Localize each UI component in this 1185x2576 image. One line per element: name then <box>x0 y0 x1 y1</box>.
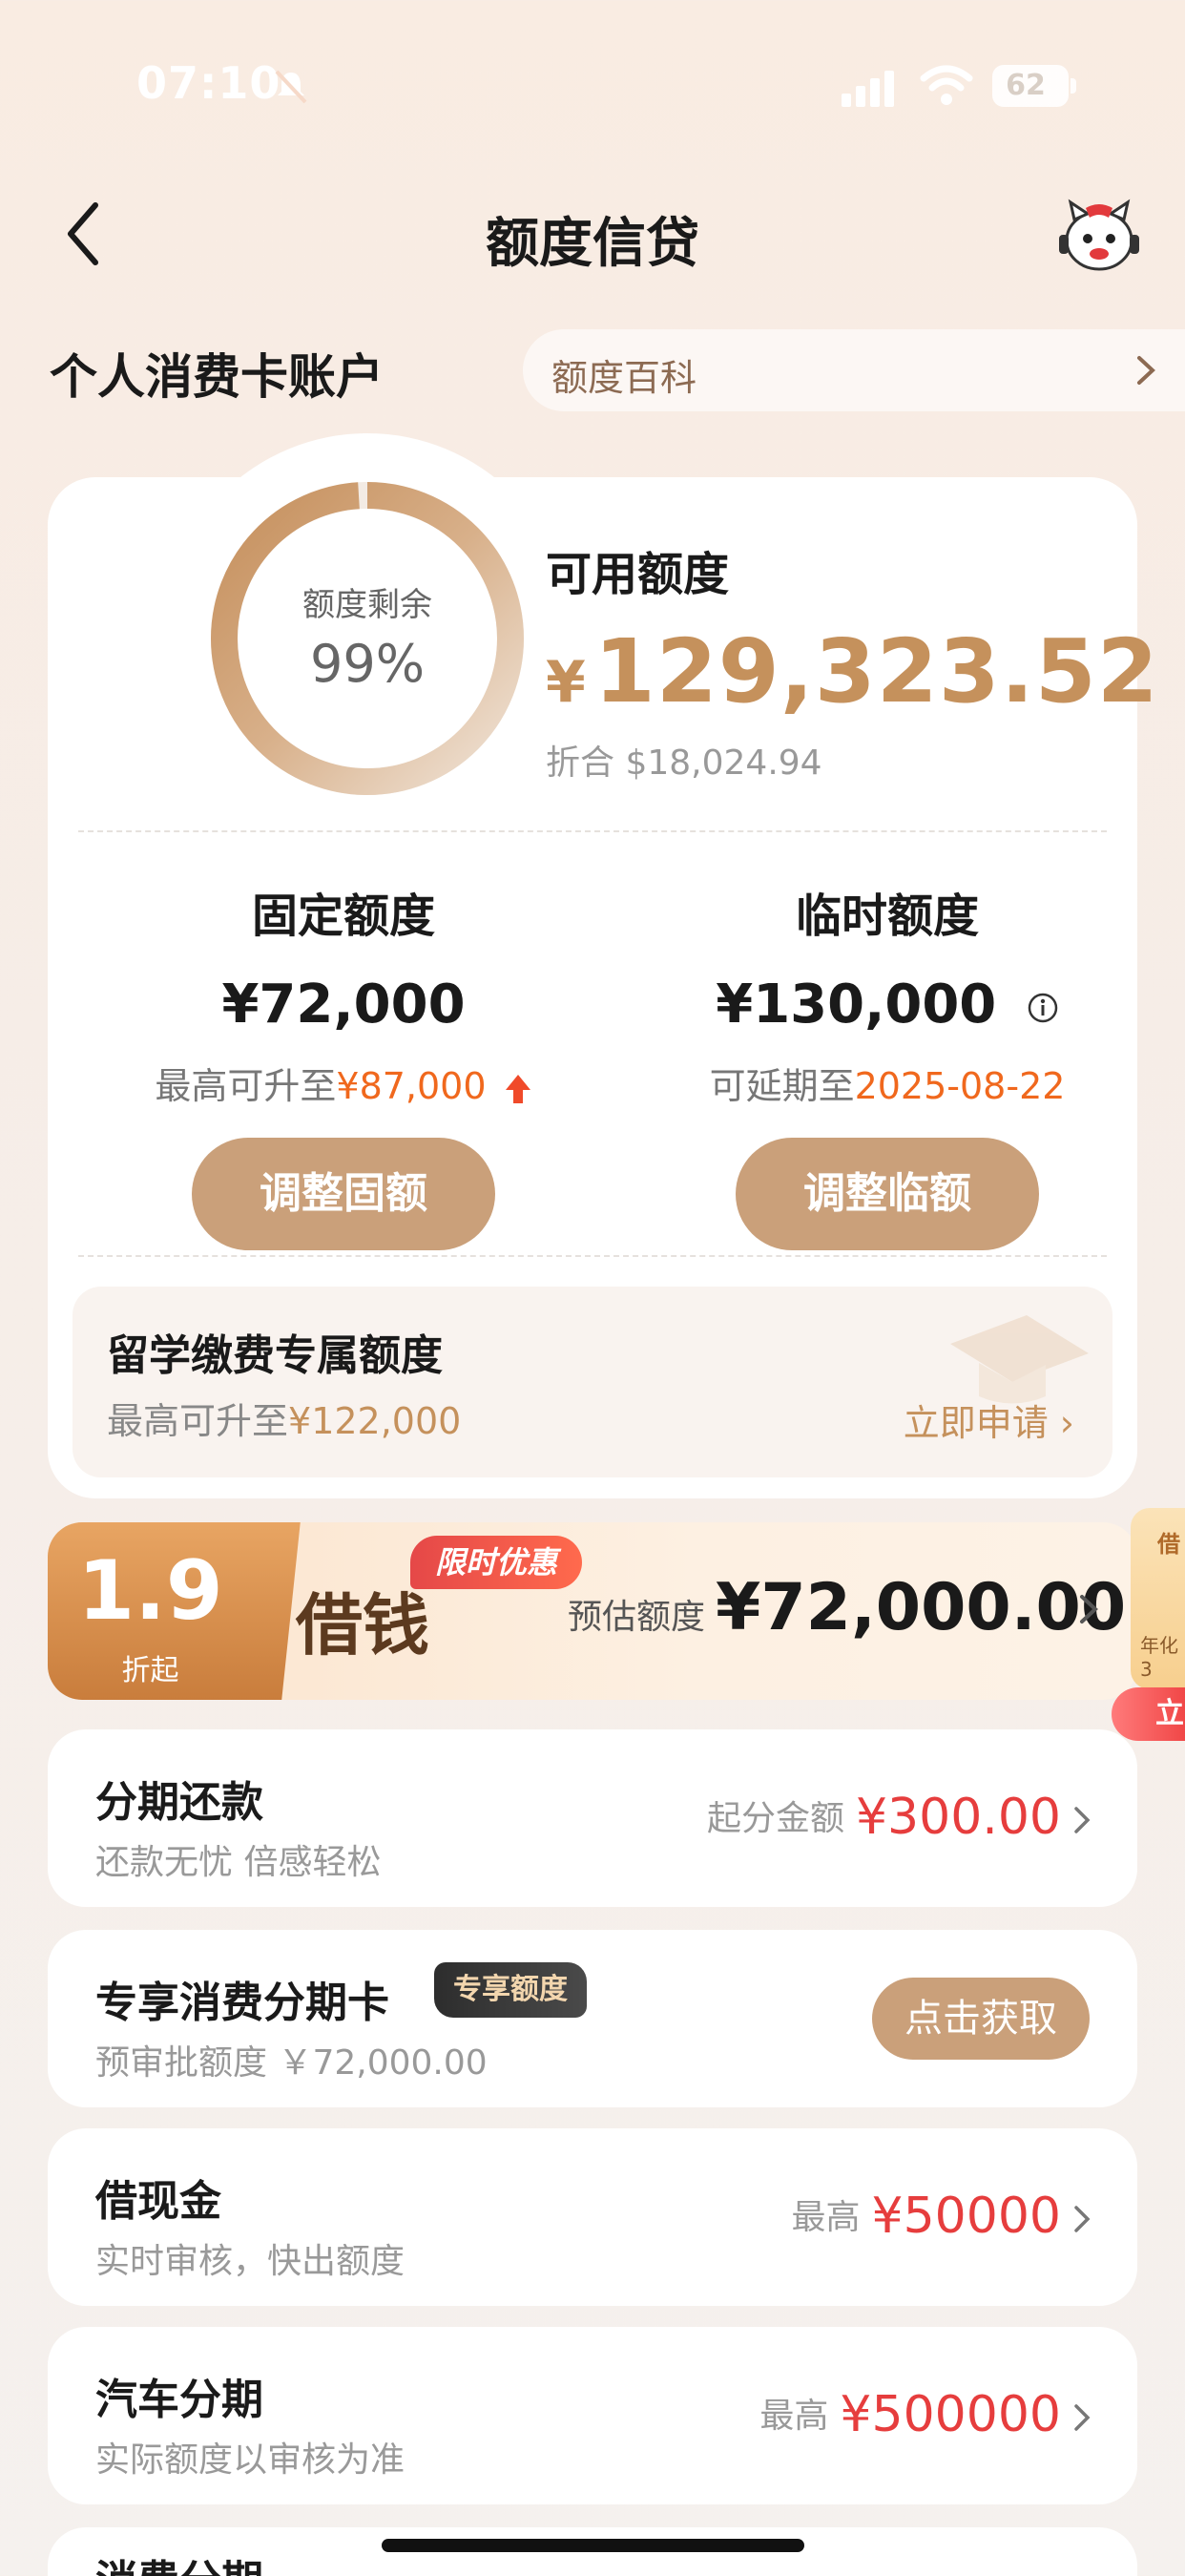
credit-summary-card: 额度剩余 99% 可用额度 ¥129,323.52 折合 $18,024.94 … <box>48 433 1158 1498</box>
right-value: ¥500000 <box>840 2386 1061 2443</box>
apply-now-link[interactable]: 立即申请 › <box>904 1393 1074 1446</box>
estimated-label: 预估额度 <box>568 1598 706 1637</box>
temp-quota-amount-row: ¥130,000 <box>639 974 1135 1036</box>
page-title: 额度信贷 <box>486 213 699 275</box>
study-note: 最高可升至¥122,000 <box>107 1392 461 1444</box>
list-item-subtitle: 实时审核，快出额度 <box>95 2242 405 2281</box>
search-text: 额度百科 <box>551 357 697 399</box>
home-indicator[interactable] <box>382 2539 804 2552</box>
list-item-right: 最高 ¥500000 <box>759 2386 1061 2443</box>
right-value: ¥300.00 <box>855 1789 1061 1846</box>
list-item-title: 借现金 <box>95 2177 221 2226</box>
list-item-title: 分期还款 <box>95 1778 263 1827</box>
side-promo-button[interactable]: 立 <box>1112 1687 1185 1741</box>
converted-amount: 折合 $18,024.94 <box>546 743 822 783</box>
remaining-percent: 99% <box>309 634 426 694</box>
discount-sub: 折起 <box>121 1654 179 1687</box>
list-item-title: 汽车分期 <box>95 2376 263 2424</box>
study-note-prefix: 最高可升至 <box>107 1400 289 1442</box>
temp-quota-note: 可延期至2025-08-22 <box>639 1057 1135 1109</box>
status-time: 07:10 <box>136 57 281 109</box>
right-label: 最高 <box>791 2198 861 2237</box>
chevron-right-icon <box>1074 2404 1091 2431</box>
chevron-right-icon <box>1074 2206 1091 2232</box>
temp-quota: 临时额度 ¥130,000 可延期至2025-08-22 调整临额 <box>639 878 1135 1250</box>
fixed-quota: 固定额度 ¥72,000 最高可升至¥87,000 调整固额 <box>95 878 592 1250</box>
arrow-up-icon <box>505 1074 530 1103</box>
study-note-value: ¥122,000 <box>288 1400 462 1442</box>
fixed-quota-note: 最高可升至¥87,000 <box>95 1057 592 1109</box>
temp-note-value: 2025-08-22 <box>854 1065 1066 1107</box>
signal-icon <box>842 71 894 107</box>
temp-quota-amount: ¥130,000 <box>716 974 997 1036</box>
available-amount: ¥129,323.52 <box>546 620 1159 723</box>
list-item-installment-repay[interactable]: 分期还款 还款无忧 倍感轻松 起分金额 ¥300.00 <box>48 1729 1137 1907</box>
promo-tag: 限时优惠 <box>410 1536 582 1589</box>
right-value: ¥50000 <box>871 2188 1061 2245</box>
account-section-title: 个人消费卡账户 <box>50 349 384 405</box>
remaining-label: 额度剩余 <box>302 586 432 624</box>
adjust-fixed-button[interactable]: 调整固额 <box>192 1138 495 1250</box>
chevron-right-icon <box>1080 1595 1098 1623</box>
side-promo-mid: 年化3 <box>1140 1634 1178 1681</box>
battery-indicator: 62 <box>992 65 1069 107</box>
divider <box>78 830 1107 832</box>
side-promo-top: 借 <box>1157 1531 1180 1558</box>
battery-level-text: 62 <box>1006 69 1046 102</box>
chevron-right-icon <box>1137 356 1155 385</box>
list-item-title: 专享消费分期卡 <box>95 1979 389 2027</box>
info-icon[interactable] <box>1027 992 1059 1024</box>
mascot-icon[interactable] <box>1057 199 1141 275</box>
study-abroad-quota[interactable]: 留学缴费专属额度 最高可升至¥122,000 立即申请 › <box>73 1287 1112 1477</box>
fixed-note-prefix: 最高可升至 <box>155 1065 337 1107</box>
right-label: 最高 <box>759 2397 829 2436</box>
get-now-button[interactable]: 点击获取 <box>872 1978 1090 2060</box>
temp-note-prefix: 可延期至 <box>709 1065 855 1107</box>
adjust-temp-button[interactable]: 调整临额 <box>736 1138 1039 1250</box>
divider <box>78 1255 1107 1257</box>
list-item-cash-loan[interactable]: 借现金 实时审核，快出额度 最高 ¥50000 <box>48 2128 1137 2306</box>
available-label: 可用额度 <box>546 548 730 601</box>
bell-muted-icon <box>275 70 307 104</box>
credit-wiki-search[interactable]: 额度百科 <box>523 329 1185 411</box>
exclusive-tag: 专享额度 <box>434 1962 587 2018</box>
borrow-banner[interactable]: 1.9 折起 借钱 限时优惠 预估额度 ¥72,000.00 <box>48 1522 1137 1700</box>
list-item-title: 消费分期 <box>95 2546 263 2576</box>
status-bar: 07:10 62 <box>0 0 1185 172</box>
side-promo-card[interactable]: 借 年化3 <box>1131 1508 1185 1689</box>
remaining-ring: 额度剩余 99% <box>162 433 572 844</box>
fixed-quota-amount: ¥72,000 <box>221 974 466 1036</box>
list-item-subtitle: 还款无忧 倍感轻松 <box>95 1843 382 1882</box>
study-title: 留学缴费专属额度 <box>107 1331 443 1380</box>
list-item-right: 最高 ¥50000 <box>791 2188 1061 2245</box>
currency-symbol: ¥ <box>546 649 587 716</box>
list-item-right: 起分金额 ¥300.00 <box>707 1789 1061 1846</box>
chevron-right-icon <box>1074 1807 1091 1833</box>
wifi-icon <box>920 65 973 105</box>
fixed-note-value: ¥87,000 <box>336 1065 487 1107</box>
list-item-car-installment[interactable]: 汽车分期 实际额度以审核为准 最高 ¥500000 <box>48 2327 1137 2504</box>
available-value: 129,323.52 <box>593 620 1159 723</box>
temp-quota-title: 临时额度 <box>795 890 979 943</box>
list-item-subtitle: 预审批额度 ￥72,000.00 <box>95 2043 488 2083</box>
battery-tip <box>1071 78 1076 94</box>
fixed-quota-title: 固定额度 <box>251 890 435 943</box>
list-item-exclusive-card[interactable]: 专享消费分期卡 专享额度 预审批额度 ￥72,000.00 点击获取 <box>48 1930 1137 2107</box>
borrow-title: 借钱 <box>296 1585 429 1665</box>
list-item-subtitle: 实际额度以审核为准 <box>95 2440 405 2480</box>
right-label: 起分金额 <box>706 1799 844 1838</box>
estimated-amount: ¥72,000.00 <box>716 1570 1127 1645</box>
discount-value: 1.9 <box>77 1543 223 1639</box>
